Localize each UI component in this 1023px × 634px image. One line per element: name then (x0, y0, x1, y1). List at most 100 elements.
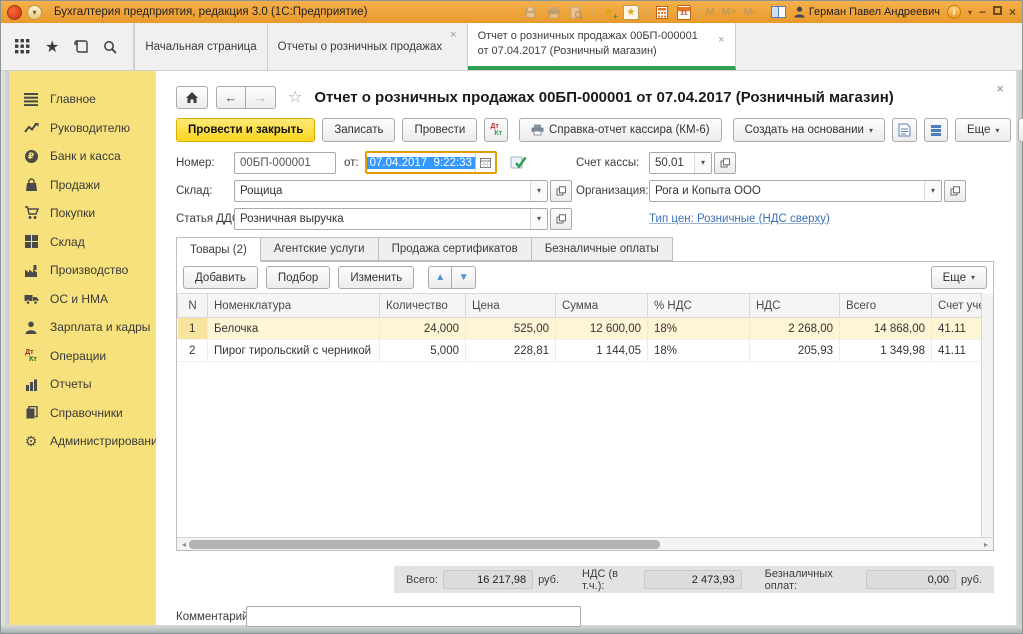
create-based-on-button[interactable]: Создать на основании▾ (733, 118, 885, 142)
cell-amount[interactable]: 1 144,05 (556, 340, 648, 362)
close-window-button[interactable]: × (1009, 5, 1016, 19)
cell-total[interactable]: 14 868,00 (840, 318, 932, 340)
col-vat[interactable]: НДС (750, 294, 840, 318)
cell-account[interactable]: 41.11 (932, 318, 982, 340)
close-tab-icon[interactable]: × (718, 33, 724, 48)
memory-m-minus-button[interactable]: M- (744, 6, 756, 18)
cashflow-item-input[interactable]: Розничная выручка▾ (234, 208, 548, 230)
add-row-button[interactable]: Добавить (183, 266, 258, 289)
titlebar-caret-icon[interactable]: ▾ (968, 8, 972, 17)
open-cashflow-item-button[interactable] (550, 208, 572, 230)
cell-vat-rate[interactable]: 18% (648, 340, 750, 362)
split-window-icon[interactable] (771, 5, 787, 20)
more-button[interactable]: Еще▾ (955, 118, 1011, 142)
col-amount[interactable]: Сумма (556, 294, 648, 318)
cell-amount[interactable]: 12 600,00 (556, 318, 648, 340)
col-nomenclature[interactable]: Номенклатура (208, 294, 380, 318)
close-form-icon[interactable]: × (996, 81, 1004, 96)
write-button[interactable]: Записать (322, 118, 395, 142)
calendar-icon[interactable]: 31 (677, 5, 691, 20)
calendar-picker-icon[interactable] (475, 153, 495, 172)
edit-button[interactable]: Изменить (338, 266, 414, 289)
maximize-button[interactable] (993, 6, 1002, 18)
register-list-button[interactable] (924, 118, 948, 142)
report-button[interactable] (892, 118, 917, 142)
show-postings-button[interactable]: ДтКт (484, 118, 508, 142)
tab-retail-sales-report-doc[interactable]: Отчет о розничных продажах 00БП-000001 о… (468, 23, 736, 70)
history-icon[interactable] (74, 39, 88, 54)
post-and-close-button[interactable]: Провести и закрыть (176, 118, 315, 142)
col-price[interactable]: Цена (466, 294, 556, 318)
col-total[interactable]: Всего (840, 294, 932, 318)
sidebar-item-reports[interactable]: Отчеты (23, 370, 156, 399)
warehouse-input[interactable]: Рощица▾ (234, 180, 548, 202)
sidebar-item-operations[interactable]: ДтКтОперации (23, 342, 156, 371)
favorite-star-icon[interactable]: ☆ (288, 87, 302, 107)
help-button[interactable]: ? (1018, 118, 1023, 142)
favorites-star-icon[interactable]: ★ (45, 37, 59, 57)
open-cash-account-button[interactable] (714, 152, 736, 174)
number-field[interactable]: 00БП-000001 (234, 152, 336, 174)
cell-account[interactable]: 41.11 (932, 340, 982, 362)
sidebar-item-directories[interactable]: Справочники (23, 399, 156, 428)
caret-down-icon[interactable]: ▾ (924, 181, 941, 201)
col-vat-rate[interactable]: % НДС (648, 294, 750, 318)
caret-down-icon[interactable]: ▾ (530, 181, 547, 201)
forward-button[interactable]: → (246, 86, 276, 109)
cell-total[interactable]: 1 349,98 (840, 340, 932, 362)
sidebar-item-payroll-hr[interactable]: Зарплата и кадры (23, 313, 156, 342)
col-quantity[interactable]: Количество (380, 294, 466, 318)
sidebar-item-production[interactable]: Производство (23, 256, 156, 285)
tab-goods[interactable]: Товары (2) (176, 237, 261, 262)
cell-vat[interactable]: 205,93 (750, 340, 840, 362)
caret-down-icon[interactable]: ▾ (530, 209, 547, 229)
table-more-button[interactable]: Еще▾ (931, 266, 987, 289)
cell-quantity[interactable]: 5,000 (380, 340, 466, 362)
cell-vat-rate[interactable]: 18% (648, 318, 750, 340)
tab-cashless-payments[interactable]: Безналичные оплаты (532, 237, 673, 261)
print-preview-icon[interactable] (569, 5, 585, 20)
add-favorite-icon[interactable]: ★+ (600, 5, 616, 20)
tab-certificates[interactable]: Продажа сертификатов (379, 237, 532, 261)
sidebar-item-bank-cash[interactable]: ₽Банк и касса (23, 142, 156, 171)
calculator-icon[interactable] (654, 5, 670, 20)
posted-status-icon[interactable] (510, 155, 527, 170)
cell-nomenclature[interactable]: Пирог тирольский с черникой (208, 340, 380, 362)
caret-down-icon[interactable]: ▾ (694, 153, 711, 173)
sidebar-item-sales[interactable]: Продажи (23, 171, 156, 200)
sidebar-item-main[interactable]: Главное (23, 85, 156, 114)
table-row[interactable]: 2 Пирог тирольский с черникой 5,000 228,… (178, 340, 982, 362)
scroll-right-icon[interactable]: ▸ (981, 540, 991, 549)
col-n[interactable]: N (178, 294, 208, 318)
sidebar-item-administration[interactable]: ⚙Администрирование (23, 427, 156, 456)
price-type-link[interactable]: Тип цен: Розничные (НДС сверху) (649, 213, 830, 225)
comment-input[interactable] (246, 606, 581, 627)
save-icon[interactable] (523, 5, 539, 20)
system-menu-button[interactable]: ▾ (27, 5, 42, 20)
cashier-report-button[interactable]: Справка-отчет кассира (КМ-6) (519, 118, 722, 142)
col-account[interactable]: Счет учета (932, 294, 982, 318)
move-down-button[interactable]: ▼ (452, 266, 476, 289)
close-tab-icon[interactable]: × (450, 29, 456, 41)
cell-nomenclature[interactable]: Белочка (208, 318, 380, 340)
open-organization-button[interactable] (944, 180, 966, 202)
cell-n[interactable]: 1 (178, 318, 208, 340)
minimize-button[interactable]: − (979, 5, 986, 19)
scroll-left-icon[interactable]: ◂ (179, 540, 189, 549)
tab-retail-sales-reports[interactable]: Отчеты о розничных продажах× (268, 23, 468, 70)
main-menu-icon[interactable] (15, 39, 30, 54)
home-button[interactable] (176, 86, 208, 109)
sidebar-item-manager[interactable]: Руководителю (23, 114, 156, 143)
info-icon[interactable]: i (947, 5, 961, 19)
date-field[interactable]: 07.04.2017 9:22:33 (365, 151, 497, 174)
sidebar-item-purchases[interactable]: Покупки (23, 199, 156, 228)
cell-price[interactable]: 525,00 (466, 318, 556, 340)
cell-price[interactable]: 228,81 (466, 340, 556, 362)
cell-vat[interactable]: 2 268,00 (750, 318, 840, 340)
sidebar-item-fixed-assets[interactable]: ОС и НМА (23, 285, 156, 314)
organization-input[interactable]: Рога и Копыта ООО▾ (649, 180, 942, 202)
back-button[interactable]: ← (216, 86, 246, 109)
app-logo-icon[interactable] (7, 5, 22, 20)
open-warehouse-button[interactable] (550, 180, 572, 202)
search-icon[interactable] (103, 40, 117, 54)
